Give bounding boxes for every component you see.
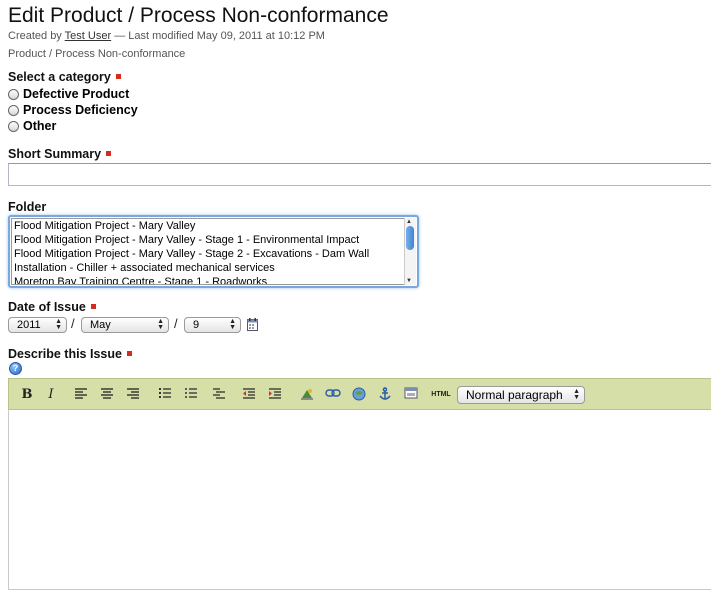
html-source-button[interactable]: HTML: [429, 387, 453, 403]
date-separator: /: [174, 316, 178, 331]
format-select-value: Normal paragraph: [466, 388, 563, 402]
radio-button[interactable]: [8, 120, 19, 132]
align-center-icon[interactable]: [99, 387, 115, 403]
required-marker: [126, 351, 132, 356]
day-value: 9: [193, 319, 200, 331]
category-label: Select a category: [8, 70, 121, 84]
author-link[interactable]: Test User: [65, 30, 111, 42]
byline-suffix: — Last modified May 09, 2011 at 10:12 PM: [114, 30, 325, 42]
scrollbar-thumb[interactable]: [406, 226, 414, 250]
rich-text-editor[interactable]: [8, 410, 711, 590]
bullet-list-icon[interactable]: [183, 387, 199, 403]
month-value: May: [90, 319, 111, 331]
required-marker: [115, 74, 121, 79]
calendar-icon[interactable]: [247, 318, 258, 331]
radio-label: Other: [23, 119, 57, 133]
updown-icon: ▲ ▼: [229, 318, 236, 331]
radio-label: Defective Product: [23, 87, 130, 101]
help-icon[interactable]: ?: [9, 362, 22, 375]
folder-label: Folder: [8, 200, 47, 214]
month-select[interactable]: May ▲ ▼: [81, 317, 169, 333]
updown-icon: ▲ ▼: [55, 318, 62, 331]
align-right-icon[interactable]: [125, 387, 141, 403]
folder-option[interactable]: Flood Mitigation Project - Mary Valley: [12, 219, 404, 233]
updown-icon: ▲ ▼: [157, 318, 164, 331]
bold-button[interactable]: B: [19, 387, 35, 403]
date-label: Date of Issue: [8, 300, 96, 314]
external-link-icon[interactable]: [351, 387, 367, 403]
link-icon[interactable]: [325, 387, 341, 403]
definition-list-icon[interactable]: [211, 387, 227, 403]
radio-button[interactable]: [8, 88, 19, 100]
radio-other[interactable]: Other: [8, 119, 56, 133]
date-separator: /: [71, 316, 75, 331]
radio-button[interactable]: [8, 104, 19, 116]
summary-label: Short Summary: [8, 147, 112, 161]
page-title: Edit Product / Process Non-conformance: [8, 4, 389, 27]
folder-option[interactable]: Flood Mitigation Project - Mary Valley -…: [12, 247, 404, 261]
day-select[interactable]: 9 ▲ ▼: [184, 317, 241, 333]
date-label-text: Date of Issue: [8, 300, 86, 314]
editor-toolbar: B I HTML Normal paragraph ▲ ▼: [8, 378, 711, 410]
image-icon[interactable]: [299, 387, 315, 403]
summary-label-text: Short Summary: [8, 147, 102, 161]
byline: Created by Test User — Last modified May…: [8, 30, 325, 42]
required-marker: [106, 151, 112, 156]
year-value: 2011: [17, 319, 41, 331]
scroll-up-icon[interactable]: ▲: [406, 219, 412, 225]
year-select[interactable]: 2011 ▲ ▼: [8, 317, 67, 333]
numbered-list-icon[interactable]: [157, 387, 173, 403]
folder-options: Flood Mitigation Project - Mary Valley F…: [11, 218, 405, 285]
folder-option[interactable]: Installation - Chiller + associated mech…: [12, 261, 404, 275]
radio-defective-product[interactable]: Defective Product: [8, 87, 129, 101]
indent-icon[interactable]: [267, 387, 283, 403]
describe-label: Describe this Issue: [8, 347, 132, 361]
italic-button[interactable]: I: [43, 387, 59, 403]
outdent-icon[interactable]: [241, 387, 257, 403]
radio-label: Process Deficiency: [23, 103, 138, 117]
anchor-icon[interactable]: [377, 387, 393, 403]
updown-icon: ▲ ▼: [573, 388, 580, 401]
describe-label-text: Describe this Issue: [8, 347, 122, 361]
breadcrumb: Product / Process Non-conformance: [8, 48, 186, 60]
folder-option[interactable]: Flood Mitigation Project - Mary Valley -…: [12, 233, 404, 247]
embed-icon[interactable]: [403, 387, 419, 403]
byline-prefix: Created by: [8, 30, 62, 42]
folder-option[interactable]: Moreton Bay Training Centre - Stage 1 - …: [12, 275, 404, 284]
folder-listbox[interactable]: Flood Mitigation Project - Mary Valley F…: [8, 215, 419, 288]
category-label-text: Select a category: [8, 70, 111, 84]
required-marker: [90, 304, 96, 309]
short-summary-input[interactable]: [8, 163, 711, 186]
scroll-down-icon[interactable]: ▼: [406, 278, 412, 284]
folder-scrollbar[interactable]: ▲ ▼: [404, 218, 416, 285]
format-select[interactable]: Normal paragraph ▲ ▼: [457, 386, 585, 404]
radio-process-deficiency[interactable]: Process Deficiency: [8, 103, 138, 117]
align-left-icon[interactable]: [73, 387, 89, 403]
